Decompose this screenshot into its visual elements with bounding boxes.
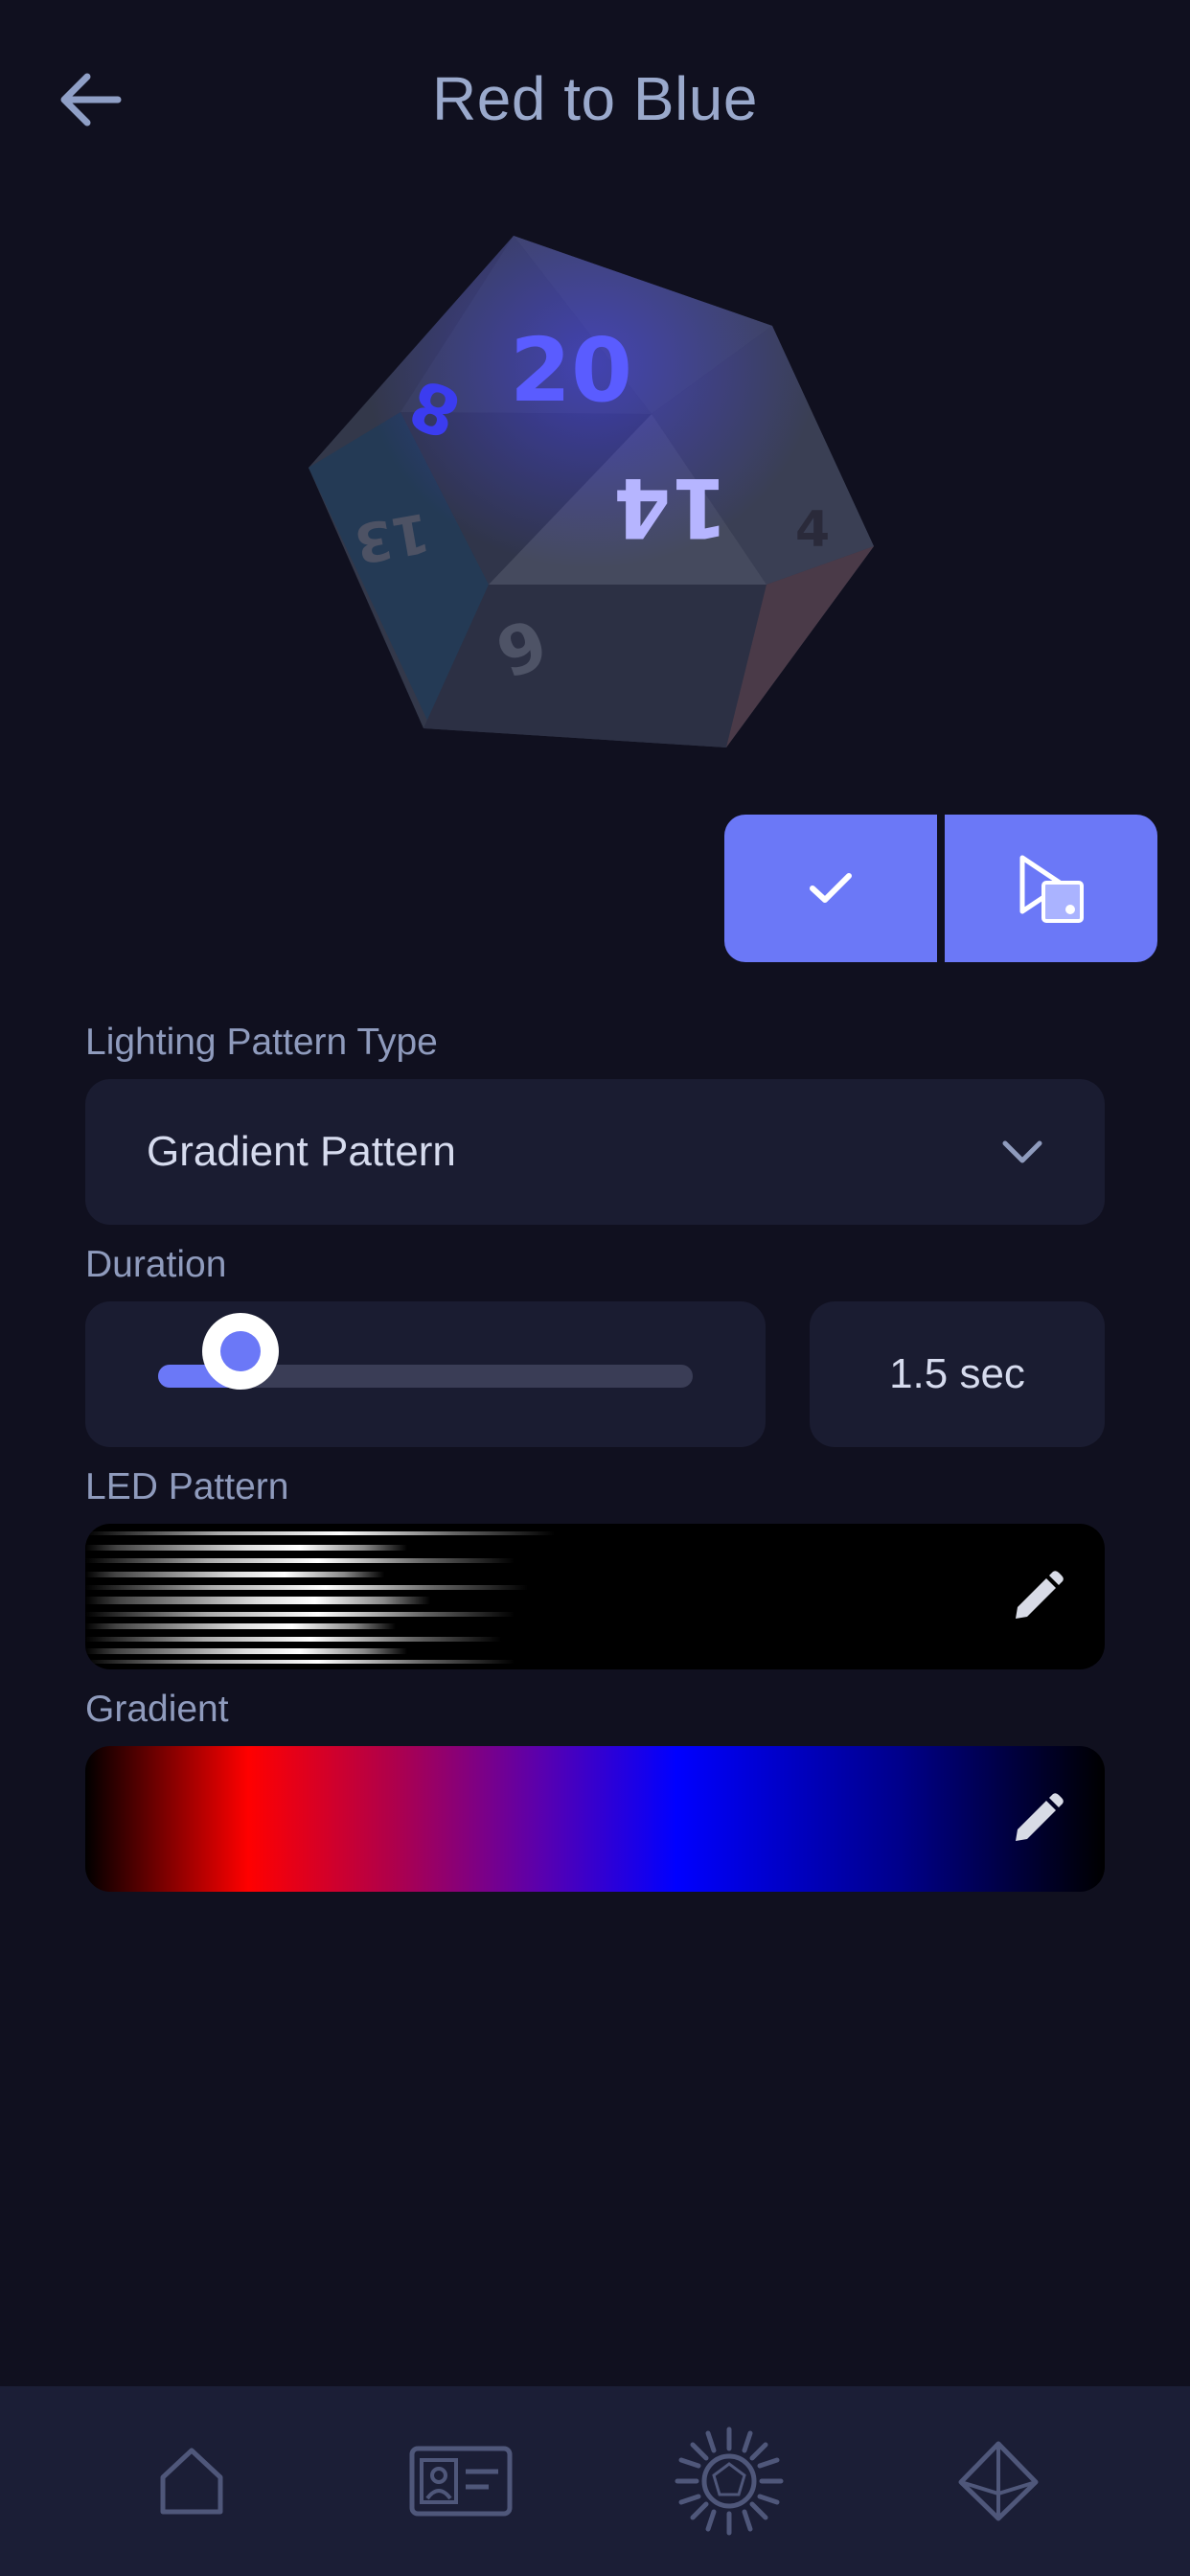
lighting-pattern-select[interactable]: Gradient Pattern [85,1079,1105,1225]
check-icon [810,873,852,903]
gradient-preview[interactable] [85,1746,1105,1892]
lighting-pattern-label: Lighting Pattern Type [85,1022,438,1063]
led-pattern-graphic [85,1531,756,1664]
d20-die-render: 20 14 8 13 9 4 [287,220,901,795]
duration-label: Duration [85,1244,227,1285]
gradient-label: Gradient [85,1689,229,1730]
diamond-die-icon [958,2441,1039,2521]
preview-on-die-button[interactable] [945,815,1157,962]
nav-home[interactable] [125,2414,259,2548]
play-on-die-icon [1019,855,1084,923]
slider-thumb[interactable] [202,1313,280,1390]
duration-value: 1.5 sec [810,1301,1105,1447]
nav-dice[interactable] [931,2414,1065,2548]
confirm-button[interactable] [724,815,937,962]
led-pattern-preview[interactable] [85,1524,1105,1669]
chevron-down-icon [1002,1140,1042,1163]
action-button-group [724,815,1157,962]
home-icon [160,2448,223,2515]
bottom-navigation [0,2386,1190,2576]
page-title: Red to Blue [432,64,758,133]
header: Red to Blue [0,0,1190,201]
lighting-pattern-value: Gradient Pattern [147,1128,456,1175]
pencil-icon [1016,1793,1064,1841]
edit-led-pattern-button[interactable] [1009,1568,1066,1625]
sun-die-icon [675,2426,784,2536]
slider-thumb-dot [220,1331,262,1371]
edit-gradient-button[interactable] [1009,1790,1066,1848]
die-face-13: 13 [350,500,434,575]
pencil-icon [1016,1571,1064,1619]
led-pattern-label: LED Pattern [85,1466,289,1507]
die-face-14: 14 [613,459,728,555]
die-face-4: 4 [795,501,830,559]
die-face-20: 20 [510,319,632,422]
nav-profile[interactable] [394,2414,528,2548]
id-card-icon [409,2446,513,2517]
duration-slider[interactable] [85,1301,766,1447]
nav-lighting[interactable] [662,2414,796,2548]
